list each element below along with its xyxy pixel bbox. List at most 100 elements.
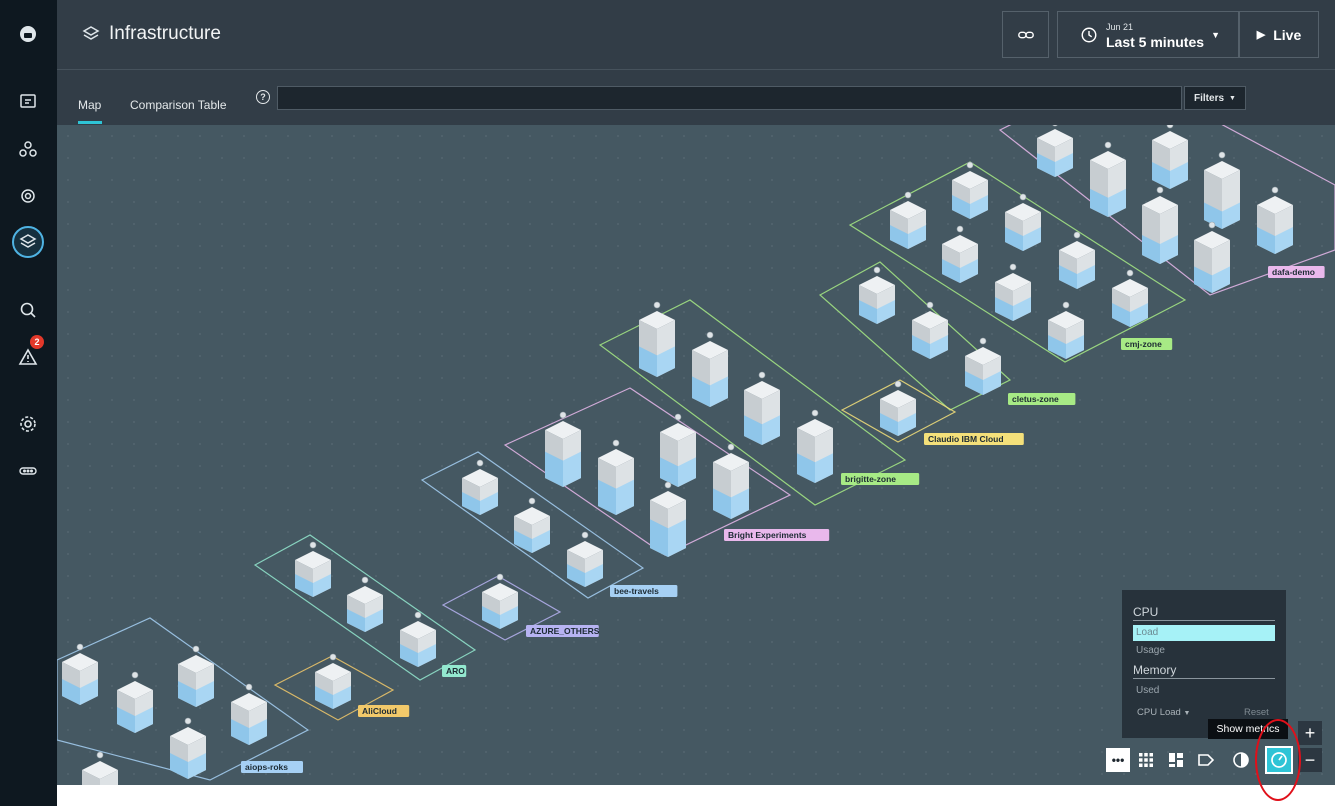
zone-label[interactable]: Claudio IBM Cloud xyxy=(928,434,1004,444)
host-box[interactable] xyxy=(1005,193,1041,251)
zone-0[interactable]: dafa-demo xyxy=(998,125,1335,296)
infrastructure-icon[interactable] xyxy=(12,226,44,258)
host-box[interactable] xyxy=(567,531,603,587)
host-box[interactable] xyxy=(347,576,383,632)
host-box[interactable] xyxy=(400,611,436,667)
zone-label[interactable]: ARO xyxy=(446,666,465,676)
caret-down-icon: ▼ xyxy=(1211,30,1220,40)
host-box[interactable] xyxy=(942,225,978,283)
zone-7[interactable]: AZURE_OTHERS xyxy=(441,573,600,641)
metric-cpu-load[interactable]: Load xyxy=(1133,625,1275,641)
selected-metric-dropdown[interactable]: CPU Load ▼ xyxy=(1137,707,1190,718)
zone-label[interactable]: cmj-zone xyxy=(1125,339,1162,349)
alerts-icon[interactable]: 2 xyxy=(12,335,44,373)
host-box[interactable] xyxy=(797,409,833,483)
zone-label[interactable]: cletus-zone xyxy=(1012,394,1059,404)
zone-2[interactable]: cletus-zone xyxy=(818,261,1076,411)
contrast-icon xyxy=(1233,752,1249,768)
play-icon: ▶ xyxy=(1256,29,1266,41)
host-box[interactable] xyxy=(1257,186,1293,254)
metric-memory-used[interactable]: Used xyxy=(1133,683,1275,699)
zone-10[interactable]: aiops-roks xyxy=(57,617,310,785)
zone-label[interactable]: bee-travels xyxy=(614,586,659,596)
host-box[interactable] xyxy=(1059,231,1095,289)
time-range-picker[interactable]: Jun 21 Last 5 minutes ▼ xyxy=(1057,11,1239,58)
platforms-icon[interactable] xyxy=(12,180,44,212)
live-button[interactable]: ▶ Live xyxy=(1239,11,1319,58)
host-box[interactable] xyxy=(117,671,153,733)
layout-button[interactable] xyxy=(1164,748,1188,772)
zone-label[interactable]: AliCloud xyxy=(362,706,397,716)
zone-8[interactable]: ARO xyxy=(253,534,477,681)
host-box[interactable] xyxy=(170,717,206,779)
instana-logo-icon[interactable] xyxy=(12,18,44,50)
host-box[interactable] xyxy=(82,751,118,785)
host-box[interactable] xyxy=(744,371,780,445)
host-box[interactable] xyxy=(1152,125,1188,189)
host-box[interactable] xyxy=(1048,301,1084,359)
applications-icon[interactable] xyxy=(12,133,44,165)
host-marker-icon xyxy=(956,225,964,233)
labels-button[interactable] xyxy=(1194,748,1218,772)
tab-map[interactable]: Map xyxy=(78,98,101,112)
more-icon[interactable] xyxy=(12,455,44,487)
host-box[interactable] xyxy=(1204,151,1240,229)
more-options-button[interactable]: ••• xyxy=(1106,748,1130,772)
host-box[interactable] xyxy=(62,643,98,705)
memory-heading: Memory xyxy=(1133,663,1177,677)
host-box[interactable] xyxy=(598,439,634,515)
host-box[interactable] xyxy=(912,301,948,359)
search-input[interactable] xyxy=(277,86,1182,110)
host-box[interactable] xyxy=(965,337,1001,395)
copy-link-button[interactable] xyxy=(1002,11,1049,58)
zone-label[interactable]: brigitte-zone xyxy=(845,474,896,484)
zone-label[interactable]: AZURE_OTHERS xyxy=(530,626,600,636)
show-metrics-button[interactable] xyxy=(1265,746,1293,774)
host-marker-icon xyxy=(664,481,672,489)
zone-label[interactable]: dafa-demo xyxy=(1272,267,1315,277)
reset-button[interactable]: Reset xyxy=(1244,707,1269,718)
host-box[interactable] xyxy=(545,411,581,487)
zoom-in-button[interactable]: + xyxy=(1298,721,1322,745)
tab-comparison-table[interactable]: Comparison Table xyxy=(130,98,227,112)
grid-view-button[interactable] xyxy=(1134,748,1158,772)
host-marker-icon xyxy=(476,459,484,467)
host-box[interactable] xyxy=(295,541,331,597)
monitor-icon[interactable] xyxy=(12,86,44,118)
zone-label[interactable]: aiops-roks xyxy=(245,762,288,772)
metric-cpu-usage[interactable]: Usage xyxy=(1133,643,1275,659)
host-box[interactable] xyxy=(1037,125,1073,177)
host-box[interactable] xyxy=(1112,269,1148,327)
layout-icon xyxy=(1169,753,1183,767)
settings-icon[interactable] xyxy=(12,408,44,440)
analytics-icon[interactable] xyxy=(12,294,44,326)
zone-5[interactable]: Bright Experiments xyxy=(503,387,830,557)
zone-1[interactable]: cmj-zone xyxy=(848,161,1187,363)
host-box[interactable] xyxy=(1090,141,1126,217)
host-box[interactable] xyxy=(995,263,1031,321)
host-box[interactable] xyxy=(1194,221,1230,293)
host-box[interactable] xyxy=(231,683,267,745)
zoom-out-button[interactable]: − xyxy=(1298,748,1322,772)
contrast-button[interactable] xyxy=(1229,748,1253,772)
host-box[interactable] xyxy=(1142,186,1178,264)
host-box[interactable] xyxy=(650,481,686,557)
host-marker-icon xyxy=(811,409,819,417)
host-marker-icon xyxy=(1271,186,1279,194)
host-box[interactable] xyxy=(692,331,728,407)
host-box[interactable] xyxy=(859,266,895,324)
zone-label[interactable]: Bright Experiments xyxy=(728,530,807,540)
host-box[interactable] xyxy=(178,645,214,707)
filters-button[interactable]: Filters ▼ xyxy=(1184,86,1246,110)
more-icon: ••• xyxy=(1111,753,1125,767)
host-box[interactable] xyxy=(660,413,696,487)
host-box[interactable] xyxy=(462,459,498,515)
host-box[interactable] xyxy=(880,380,916,436)
help-icon[interactable]: ? xyxy=(256,90,270,104)
host-box[interactable] xyxy=(514,497,550,553)
host-marker-icon xyxy=(1166,125,1174,129)
zone-9[interactable]: AliCloud xyxy=(273,653,410,721)
host-box[interactable] xyxy=(713,443,749,519)
zone-3[interactable]: Claudio IBM Cloud xyxy=(840,379,1024,445)
host-box[interactable] xyxy=(639,301,675,377)
